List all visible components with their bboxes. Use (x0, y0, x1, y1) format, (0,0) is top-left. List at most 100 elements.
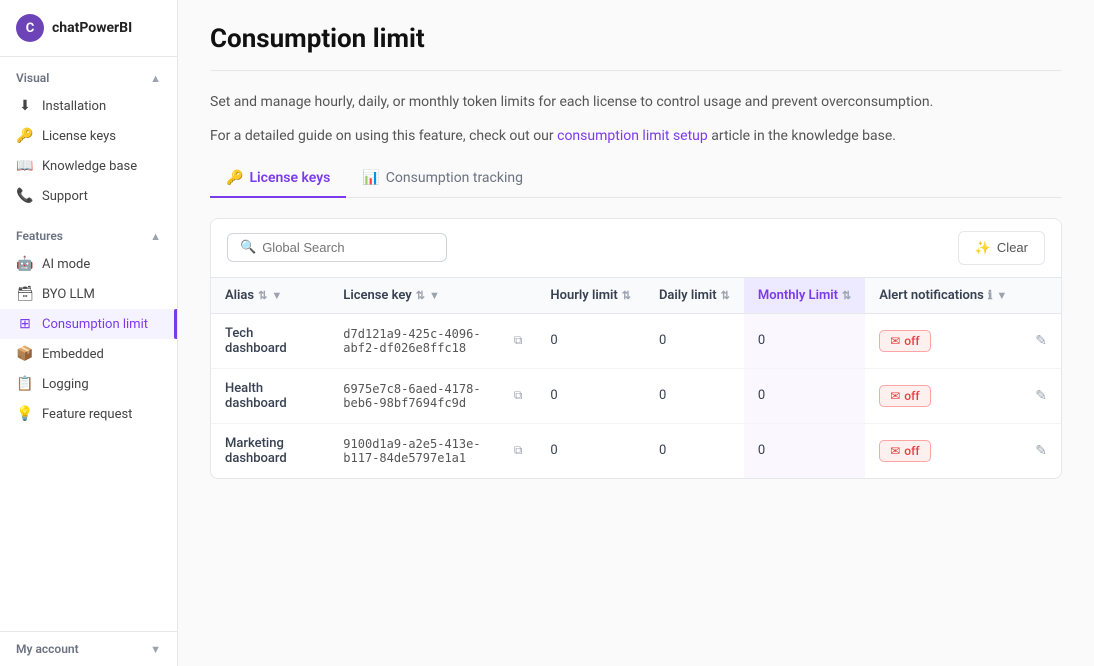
filter-alias-icon[interactable]: ▼ (271, 289, 282, 302)
sidebar: C chatPowerBI Visual ▲ ⬇ Installation 🔑 … (0, 0, 178, 666)
cell-hourly-0: 0 (536, 313, 645, 368)
cell-alias-2: Marketing dashboard (211, 423, 329, 478)
cell-daily-0: 0 (645, 313, 744, 368)
key-icon: 🔑 (16, 128, 34, 144)
search-box[interactable]: 🔍 (227, 233, 447, 262)
clear-button[interactable]: ✨ Clear (958, 231, 1045, 265)
book-icon: 📖 (16, 158, 34, 174)
search-icon: 🔍 (240, 240, 256, 255)
cell-daily-1: 0 (645, 368, 744, 423)
description-2: For a detailed guide on using this featu… (210, 125, 1062, 147)
sidebar-section-features-header[interactable]: Features ▲ (0, 223, 177, 249)
sort-monthly-icon[interactable]: ⇅ (842, 289, 851, 302)
download-icon: ⬇ (16, 98, 34, 114)
sidebar-item-consumption-limit[interactable]: ⊞ Consumption limit (0, 309, 177, 339)
sidebar-section-myaccount: My account ▼ (0, 631, 177, 666)
grid-icon: ⊞ (16, 316, 34, 332)
copy-icon-2[interactable]: ⧉ (514, 443, 523, 458)
logo-initial: C (26, 21, 35, 36)
email-icon-2: ✉ (890, 444, 900, 458)
description-1: Set and manage hourly, daily, or monthly… (210, 91, 1062, 113)
search-input[interactable] (262, 240, 434, 255)
license-keys-table: Alias ⇅ ▼ License key ⇅ ▼ (211, 278, 1061, 478)
table-row: Health dashboard 6975e7c8-6aed-4178-beb6… (211, 368, 1061, 423)
app-name: chatPowerBI (52, 20, 132, 36)
sidebar-section-myaccount-header[interactable]: My account ▼ (0, 636, 177, 662)
email-icon-0: ✉ (890, 334, 900, 348)
sort-daily-icon[interactable]: ⇅ (721, 289, 730, 302)
sidebar-item-embedded[interactable]: 📦 Embedded (0, 339, 177, 369)
cell-hourly-2: 0 (536, 423, 645, 478)
sidebar-item-knowledge-base[interactable]: 📖 Knowledge base (0, 151, 177, 181)
tabs: 🔑 License keys 📊 Consumption tracking (210, 160, 1062, 198)
edit-icon-0[interactable]: ✎ (1035, 333, 1047, 349)
sidebar-section-features: Features ▲ 🤖 AI mode 🗃 BYO LLM ⊞ Consump… (0, 215, 177, 433)
cell-alert-0: ✉ off (865, 313, 1021, 368)
col-monthly-limit: Monthly Limit ⇅ (744, 278, 865, 314)
main-content: Consumption limit Set and manage hourly,… (178, 0, 1094, 666)
copy-icon-0[interactable]: ⧉ (514, 333, 523, 348)
list-icon: 📋 (16, 376, 34, 392)
sort-alias-icon[interactable]: ⇅ (258, 289, 267, 302)
sidebar-item-support[interactable]: 📞 Support (0, 181, 177, 211)
sort-hourly-icon[interactable]: ⇅ (622, 289, 631, 302)
cell-alert-2: ✉ off (865, 423, 1021, 478)
chevron-down-icon-myaccount: ▼ (150, 643, 161, 656)
alert-badge-0: ✉ off (879, 330, 930, 352)
ai-icon: 🤖 (16, 256, 34, 272)
table-body: Tech dashboard d7d121a9-425c-4096-abf2-d… (211, 313, 1061, 478)
sidebar-section-visual: Visual ▲ ⬇ Installation 🔑 License keys 📖… (0, 57, 177, 215)
filter-licensekey-icon[interactable]: ▼ (429, 289, 440, 302)
cell-hourly-1: 0 (536, 368, 645, 423)
info-alerts-icon[interactable]: ℹ (988, 288, 993, 302)
cell-monthly-1: 0 (744, 368, 865, 423)
app-logo: C chatPowerBI (0, 0, 177, 57)
table-toolbar: 🔍 ✨ Clear (211, 219, 1061, 278)
database-icon: 🗃 (16, 286, 34, 302)
copy-icon-1[interactable]: ⧉ (514, 388, 523, 403)
title-divider (210, 70, 1062, 71)
table-row: Marketing dashboard 9100d1a9-a2e5-413e-b… (211, 423, 1061, 478)
cell-alias-1: Health dashboard (211, 368, 329, 423)
cell-actions-2: ✎ (1021, 423, 1061, 478)
tab-license-keys[interactable]: 🔑 License keys (210, 160, 346, 198)
edit-icon-1[interactable]: ✎ (1035, 388, 1047, 404)
col-alert-notifications: Alert notifications ℹ ▼ (865, 278, 1021, 314)
sidebar-item-feature-request[interactable]: 💡 Feature request (0, 399, 177, 429)
table-header-row: Alias ⇅ ▼ License key ⇅ ▼ (211, 278, 1061, 314)
phone-icon: 📞 (16, 188, 34, 204)
filter-alerts-icon[interactable]: ▼ (996, 289, 1007, 302)
sidebar-item-logging[interactable]: 📋 Logging (0, 369, 177, 399)
sidebar-item-byo-llm[interactable]: 🗃 BYO LLM (0, 279, 177, 309)
email-icon-1: ✉ (890, 389, 900, 403)
cell-licensekey-2: 9100d1a9-a2e5-413e-b117-84de5797e1a1 ⧉ (329, 423, 536, 478)
chevron-up-icon: ▲ (150, 72, 161, 85)
sidebar-item-installation[interactable]: ⬇ Installation (0, 91, 177, 121)
col-daily-limit: Daily limit ⇅ (645, 278, 744, 314)
sidebar-item-ai-mode[interactable]: 🤖 AI mode (0, 249, 177, 279)
alert-badge-2: ✉ off (879, 440, 930, 462)
description-2-suffix: article in the knowledge base. (708, 128, 896, 144)
cell-licensekey-1: 6975e7c8-6aed-4178-beb6-98bf7694fc9d ⧉ (329, 368, 536, 423)
cell-daily-2: 0 (645, 423, 744, 478)
cell-actions-0: ✎ (1021, 313, 1061, 368)
tab-consumption-tracking[interactable]: 📊 Consumption tracking (346, 160, 539, 198)
sidebar-section-visual-header[interactable]: Visual ▲ (0, 65, 177, 91)
col-actions (1021, 278, 1061, 314)
consumption-limit-link[interactable]: consumption limit setup (557, 128, 708, 144)
logo-avatar: C (16, 14, 44, 42)
sidebar-item-license-keys[interactable]: 🔑 License keys (0, 121, 177, 151)
table-row: Tech dashboard d7d121a9-425c-4096-abf2-d… (211, 313, 1061, 368)
edit-icon-2[interactable]: ✎ (1035, 443, 1047, 459)
cell-monthly-2: 0 (744, 423, 865, 478)
key-tab-icon: 🔑 (226, 170, 243, 186)
license-keys-table-container: 🔍 ✨ Clear Alias ⇅ ▼ (210, 218, 1062, 479)
cell-alias-0: Tech dashboard (211, 313, 329, 368)
description-2-prefix: For a detailed guide on using this featu… (210, 128, 557, 144)
col-license-key: License key ⇅ ▼ (329, 278, 536, 314)
chevron-up-icon-features: ▲ (150, 230, 161, 243)
cell-licensekey-0: d7d121a9-425c-4096-abf2-df026e8ffc18 ⧉ (329, 313, 536, 368)
sort-licensekey-icon[interactable]: ⇅ (416, 289, 425, 302)
cell-alert-1: ✉ off (865, 368, 1021, 423)
page-title: Consumption limit (210, 24, 1062, 54)
